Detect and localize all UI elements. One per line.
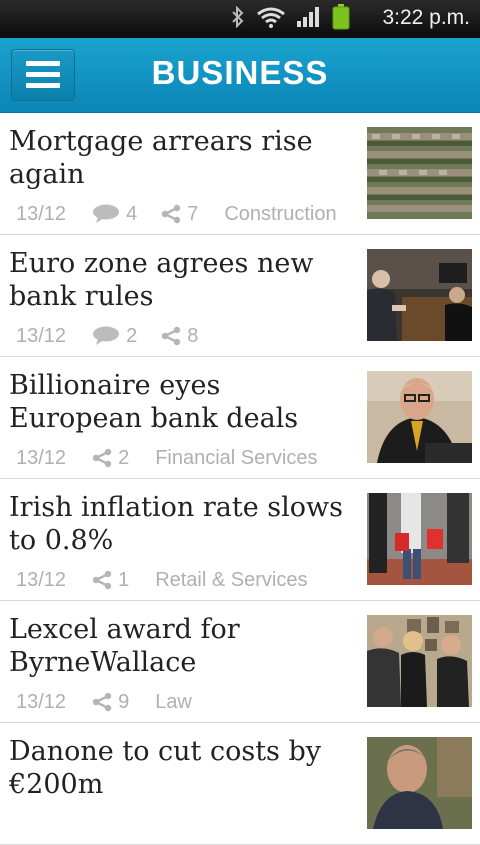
- article-item[interactable]: Lexcel award for ByrneWallace 13/12 9 La…: [0, 601, 480, 723]
- article-thumbnail[interactable]: [367, 493, 472, 585]
- article-title[interactable]: Billionaire eyes European bank deals: [9, 369, 359, 435]
- article-meta: 13/12 4 7 Construction: [16, 201, 337, 227]
- article-title[interactable]: Mortgage arrears rise again: [9, 125, 359, 191]
- article-date: 13/12: [16, 568, 67, 591]
- wifi-icon: [256, 6, 286, 33]
- share-count: 7: [161, 203, 198, 226]
- comment-count: 2: [92, 325, 137, 348]
- article-meta: 13/12 2 Financial Services: [16, 445, 317, 471]
- article-category: Retail & Services: [155, 568, 308, 591]
- share-icon: [161, 204, 181, 224]
- article-item[interactable]: Billionaire eyes European bank deals 13/…: [0, 357, 480, 479]
- article-item[interactable]: Euro zone agrees new bank rules 13/12 2 …: [0, 235, 480, 357]
- article-thumbnail[interactable]: [367, 127, 472, 219]
- article-thumbnail[interactable]: [367, 249, 472, 341]
- article-title[interactable]: Danone to cut costs by €200m: [9, 735, 359, 801]
- signal-icon: [296, 6, 322, 33]
- article-title[interactable]: Euro zone agrees new bank rules: [9, 247, 359, 313]
- app-header: BUSINESS: [0, 38, 480, 113]
- article-date: 13/12: [16, 202, 67, 225]
- status-icons: [230, 3, 350, 33]
- bluetooth-icon: [230, 5, 246, 33]
- share-icon: [92, 448, 112, 468]
- article-category: Construction: [224, 202, 337, 225]
- share-icon: [92, 692, 112, 712]
- comment-count: 4: [92, 203, 137, 226]
- page-title: BUSINESS: [151, 54, 329, 91]
- share-count: 1: [92, 569, 129, 592]
- battery-icon: [332, 3, 350, 35]
- article-meta: 13/12 9 Law: [16, 689, 192, 715]
- article-meta: 13/12 2 8: [16, 323, 222, 349]
- article-thumbnail[interactable]: [367, 371, 472, 463]
- share-count: 2: [92, 447, 129, 470]
- share-icon: [161, 326, 181, 346]
- article-list: Mortgage arrears rise again 13/12 4 7 Co…: [0, 113, 480, 845]
- article-category: Financial Services: [155, 446, 318, 469]
- status-bar: 3:22 p.m.: [0, 0, 480, 38]
- article-title[interactable]: Irish inflation rate slows to 0.8%: [9, 491, 359, 557]
- article-item[interactable]: Danone to cut costs by €200m: [0, 723, 480, 845]
- share-count: 8: [161, 325, 198, 348]
- article-date: 13/12: [16, 446, 67, 469]
- status-time: 3:22 p.m.: [382, 6, 470, 29]
- comment-icon: [93, 204, 120, 223]
- article-item[interactable]: Mortgage arrears rise again 13/12 4 7 Co…: [0, 113, 480, 235]
- share-icon: [92, 570, 112, 590]
- share-count: 9: [92, 691, 129, 714]
- article-thumbnail[interactable]: [367, 737, 472, 829]
- article-item[interactable]: Irish inflation rate slows to 0.8% 13/12…: [0, 479, 480, 601]
- comment-icon: [93, 326, 120, 345]
- article-date: 13/12: [16, 324, 67, 347]
- article-thumbnail[interactable]: [367, 615, 472, 707]
- article-category: Law: [155, 690, 192, 713]
- article-date: 13/12: [16, 690, 67, 713]
- article-meta: 13/12 1 Retail & Services: [16, 567, 307, 593]
- article-title[interactable]: Lexcel award for ByrneWallace: [9, 613, 359, 679]
